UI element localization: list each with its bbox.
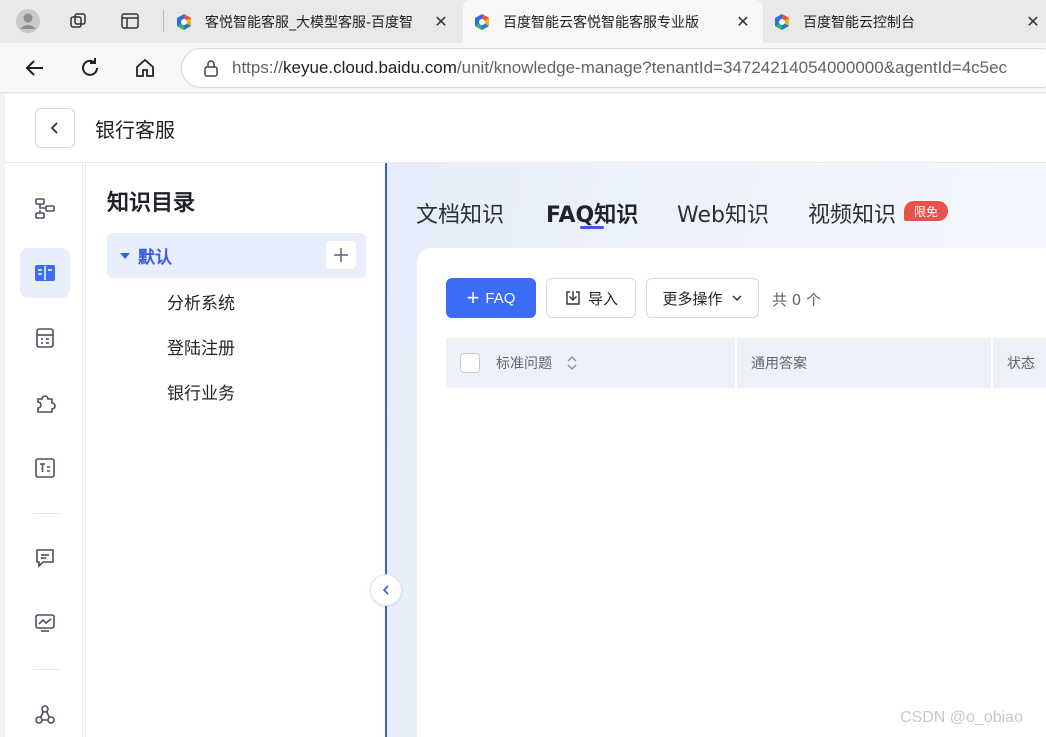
close-icon[interactable]: ✕	[429, 12, 453, 31]
import-button[interactable]: 导入	[546, 278, 636, 318]
active-tab-underline	[580, 226, 604, 229]
add-faq-button[interactable]: + FAQ	[446, 278, 536, 318]
column-status: 状态	[993, 338, 1046, 388]
back-arrow-icon[interactable]	[20, 53, 50, 83]
tab-actions-icon[interactable]	[115, 6, 145, 36]
plus-icon: +	[466, 285, 480, 310]
column-label: 标准问题	[496, 356, 552, 372]
tab-doc-knowledge[interactable]: 文档知识	[416, 197, 504, 229]
tab-separator	[163, 10, 164, 32]
home-icon[interactable]	[130, 53, 160, 83]
plus-icon	[334, 248, 348, 262]
browser-tab-1[interactable]: 客悦智能客服_大模型客服-百度智 ✕	[165, 0, 461, 43]
chevron-left-icon	[50, 122, 58, 134]
browser-tab-bar: 客悦智能客服_大模型客服-百度智 ✕ 百度智能云客悦智能客服专业版 ✕ 百度智能…	[0, 0, 1046, 43]
select-all-checkbox[interactable]	[460, 353, 480, 373]
tab-title: 百度智能云客悦智能客服专业版	[503, 14, 699, 31]
icon-rail	[5, 163, 83, 737]
profile-avatar-icon[interactable]	[13, 6, 43, 36]
app-window: 银行客服 知识目录 默认 分析系统 登陆注册 银行业务 文档知识 FAQ知识 W…	[5, 94, 1046, 737]
column-general-answer: 通用答案	[737, 338, 993, 388]
tree-heading: 知识目录	[107, 191, 196, 216]
collapse-panel-button[interactable]	[370, 574, 402, 606]
baidu-cloud-favicon-icon	[177, 13, 191, 30]
url-text: https://keyue.cloud.baidu.com/unit/knowl…	[232, 58, 1008, 77]
close-icon[interactable]: ✕	[731, 12, 755, 31]
rail-monitor-icon[interactable]	[20, 598, 70, 648]
total-count: 共 0 个	[772, 291, 822, 309]
tree-child-item[interactable]: 分析系统	[167, 289, 235, 314]
rail-divider	[33, 669, 59, 670]
free-badge: 限免	[904, 201, 948, 221]
close-icon[interactable]: ✕	[1021, 12, 1045, 31]
rail-chat-icon[interactable]	[20, 533, 70, 583]
rail-plugin-icon[interactable]	[20, 378, 70, 428]
tree-child-item[interactable]: 登陆注册	[167, 334, 235, 359]
back-button[interactable]	[35, 108, 75, 148]
tab-video-knowledge[interactable]: 视频知识	[808, 197, 896, 229]
rail-knowledge-icon[interactable]	[20, 248, 70, 298]
browser-tab-2[interactable]: 百度智能云客悦智能客服专业版 ✕	[463, 0, 763, 43]
address-bar[interactable]: https://keyue.cloud.baidu.com/unit/knowl…	[181, 48, 1046, 88]
add-faq-label: FAQ	[485, 289, 516, 307]
more-actions-dropdown[interactable]: 更多操作	[646, 278, 759, 318]
lock-icon[interactable]	[202, 59, 220, 77]
tab-title: 客悦智能客服_大模型客服-百度智	[205, 14, 414, 31]
chevron-left-icon	[382, 585, 389, 595]
more-actions-label: 更多操作	[662, 289, 723, 308]
watermark: CSDN @o_obiao	[900, 709, 1023, 726]
rail-model-icon[interactable]	[20, 690, 70, 737]
sort-icon[interactable]	[566, 354, 578, 372]
import-label: 导入	[587, 289, 618, 308]
rail-divider	[33, 513, 59, 514]
caret-down-icon[interactable]	[120, 252, 130, 259]
rail-text-icon[interactable]	[20, 443, 70, 493]
tab-web-knowledge[interactable]: Web知识	[677, 197, 769, 229]
baidu-cloud-favicon-icon	[775, 13, 789, 30]
table-header: 标准问题 通用答案 状态	[446, 338, 1046, 388]
app-header: 银行客服	[5, 94, 1046, 163]
refresh-icon[interactable]	[75, 53, 105, 83]
chevron-down-icon	[731, 295, 742, 302]
baidu-cloud-favicon-icon	[475, 13, 489, 30]
tree-node-default[interactable]: 默认	[107, 233, 366, 278]
rail-table-icon[interactable]	[20, 313, 70, 363]
knowledge-tree-panel: 知识目录 默认 分析系统 登陆注册 银行业务	[85, 163, 385, 737]
tree-node-label: 默认	[138, 248, 172, 268]
browser-tab-3[interactable]: 百度智能云控制台 ✕	[763, 0, 1046, 43]
import-icon	[566, 291, 580, 305]
rail-flow-icon[interactable]	[20, 183, 70, 233]
tab-title: 百度智能云控制台	[803, 14, 915, 31]
column-label: 通用答案	[751, 356, 807, 372]
faq-card: + FAQ 导入 更多操作 共 0 个 标准问题 通用答案 状态	[417, 248, 1046, 737]
page-title: 银行客服	[95, 118, 175, 142]
column-label: 状态	[1007, 356, 1035, 372]
add-category-button[interactable]	[326, 241, 356, 269]
main-content: 文档知识 FAQ知识 Web知识 视频知识 限免 + FAQ 导入 更多操作 共…	[387, 163, 1046, 737]
browser-nav-bar: https://keyue.cloud.baidu.com/unit/knowl…	[0, 43, 1046, 93]
tree-child-item[interactable]: 银行业务	[167, 379, 235, 404]
tab-faq-knowledge[interactable]: FAQ知识	[546, 197, 638, 229]
column-standard-question[interactable]: 标准问题	[446, 338, 737, 388]
workspaces-icon[interactable]	[63, 6, 93, 36]
